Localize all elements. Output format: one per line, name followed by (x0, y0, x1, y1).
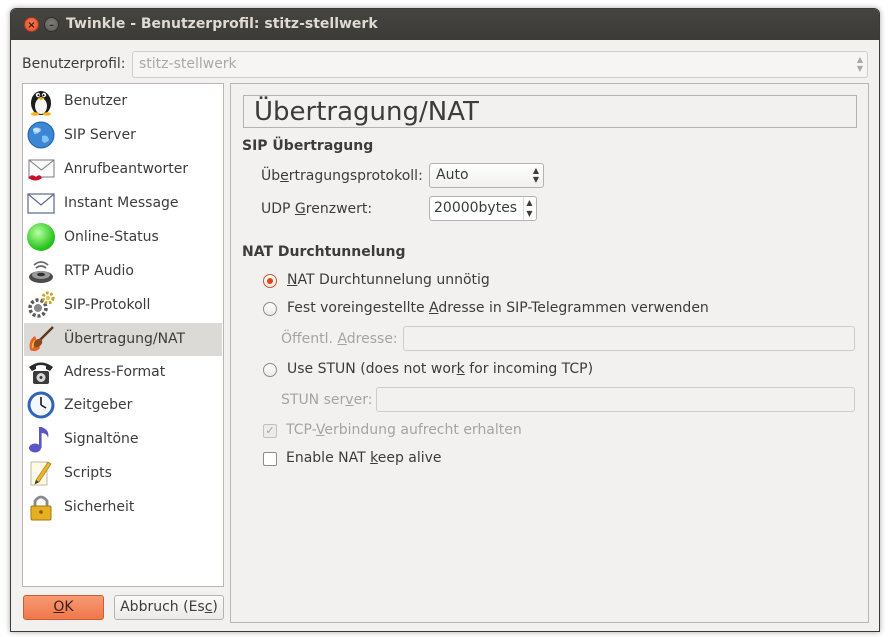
stun-server-label: STUN server: (281, 392, 373, 408)
sidebar-item-anrufbeantworter[interactable]: Anrufbeantworter (24, 153, 222, 186)
profile-label: Benutzerprofil: (22, 56, 126, 72)
sidebar-item-label: SIP Server (64, 127, 136, 143)
sidebar-item-online-status[interactable]: Online-Status (24, 221, 222, 254)
globe-icon (27, 121, 55, 149)
chevron-updown-icon: ▲ ▼ (856, 55, 863, 73)
cancel-button[interactable]: Abbruch (Esc) (114, 595, 224, 620)
mail-lips-icon (28, 159, 55, 181)
section-title-nat: NAT Durchtunnelung (242, 244, 406, 260)
udp-threshold-label: UDP Grenzwert: (261, 201, 373, 217)
radio-nat-unnecessary-label: NAT Durchtunnelung unnötig (287, 272, 490, 288)
radio-fixed-address-label: Fest voreingestellte Adresse in SIP-Tele… (287, 300, 709, 316)
settings-panel: Übertragung/NAT SIP Übertragung Übertrag… (230, 83, 869, 623)
sidebar-item-label: Benutzer (64, 93, 128, 109)
protocol-label: Übertragungsprotokoll: (261, 168, 423, 184)
sidebar-item-sip-server[interactable]: SIP Server (24, 119, 222, 152)
green-circle-icon (27, 223, 55, 251)
minimize-icon[interactable]: – (44, 17, 59, 32)
sidebar-item-label: Signaltöne (64, 431, 139, 447)
radio-use-stun-label: Use STUN (does not work for incoming TCP… (287, 361, 594, 377)
page-title-frame: Übertragung/NAT (243, 95, 857, 128)
profile-select-value: stitz-stellwerk (139, 56, 237, 72)
checkbox-tcp-keepalive-label: TCP-Verbindung aufrecht erhalten (286, 422, 522, 438)
sidebar-item-signaltoene[interactable]: Signaltöne (24, 423, 222, 456)
sidebar-item-scripts[interactable]: Scripts (24, 457, 222, 490)
page-title: Übertragung/NAT (254, 97, 479, 127)
stun-server-input[interactable] (376, 387, 855, 412)
sidebar-item-instant-message[interactable]: Instant Message (24, 187, 222, 220)
gears-icon (28, 291, 55, 318)
padlock-icon (30, 495, 52, 521)
protocol-select[interactable]: Auto ▲ ▼ (429, 163, 544, 188)
udp-threshold-value: 20000bytes (434, 200, 518, 216)
sidebar-item-uebertragung-nat[interactable]: Übertragung/NAT (24, 323, 222, 356)
spin-arrows-icon[interactable]: ▲ ▼ (523, 197, 535, 220)
sidebar-item-sicherheit[interactable]: Sicherheit (24, 491, 222, 524)
radio-fixed-address[interactable] (263, 302, 277, 316)
profile-row: Benutzerprofil: stitz-stellwerk ▲ ▼ (11, 51, 879, 79)
chevron-updown-icon: ▲ ▼ (532, 166, 539, 184)
guitar-flames-icon (29, 326, 54, 352)
pencil-paper-icon (30, 461, 52, 486)
sidebar-item-label: Online-Status (64, 229, 159, 245)
public-address-label: Öffentl. Adresse: (281, 331, 398, 347)
checkbox-tcp-keepalive[interactable]: ✓ (263, 424, 277, 438)
sidebar-item-label: Zeitgeber (64, 397, 133, 413)
radio-use-stun[interactable] (263, 363, 277, 377)
sidebar-item-label: Adress-Format (64, 364, 166, 380)
sidebar-item-label: Sicherheit (64, 499, 135, 515)
sidebar-item-label: SIP-Protokoll (64, 297, 151, 313)
sidebar-item-zeitgeber[interactable]: Zeitgeber (24, 389, 222, 422)
clock-icon (27, 391, 55, 419)
penguin-icon (31, 91, 51, 116)
speaker-icon (29, 261, 53, 283)
sidebar-item-label: Instant Message (64, 195, 179, 211)
close-icon[interactable]: × (24, 17, 39, 32)
sidebar-item-adress-format[interactable]: Adress-Format (24, 356, 222, 389)
window-title: Twinkle - Benutzerprofil: stitz-stellwer… (66, 16, 378, 32)
envelope-icon (27, 193, 55, 214)
title-bar: × – Twinkle - Benutzerprofil: stitz-stel… (11, 9, 879, 40)
profile-select: stitz-stellwerk ▲ ▼ (132, 51, 868, 78)
radio-nat-unnecessary[interactable] (263, 274, 277, 288)
udp-threshold-spinbox[interactable]: 20000bytes ▲ ▼ (429, 196, 537, 221)
section-title-sip: SIP Übertragung (242, 138, 374, 154)
sidebar-item-label: Scripts (64, 465, 112, 481)
telephone-icon (29, 362, 53, 384)
protocol-select-value: Auto (436, 167, 469, 183)
checkbox-nat-keepalive-label: Enable NAT keep alive (286, 450, 442, 466)
checkbox-nat-keepalive[interactable] (263, 452, 277, 466)
sidebar-item-sip-protokoll[interactable]: SIP-Protokoll (24, 289, 222, 322)
sidebar-item-label: Übertragung/NAT (64, 331, 186, 347)
preferences-window: × – Twinkle - Benutzerprofil: stitz-stel… (10, 8, 880, 632)
music-note-icon (29, 427, 49, 453)
sidebar-item-label: Anrufbeantworter (64, 161, 189, 177)
sidebar-item-benutzer[interactable]: Benutzer (24, 85, 222, 118)
category-list[interactable]: Benutzer SIP Server Anrufbeantworter Ins… (22, 83, 224, 587)
sidebar-item-rtp-audio[interactable]: RTP Audio (24, 255, 222, 288)
public-address-input[interactable] (403, 326, 855, 351)
ok-button[interactable]: OK (23, 595, 104, 620)
sidebar-item-label: RTP Audio (64, 263, 134, 279)
